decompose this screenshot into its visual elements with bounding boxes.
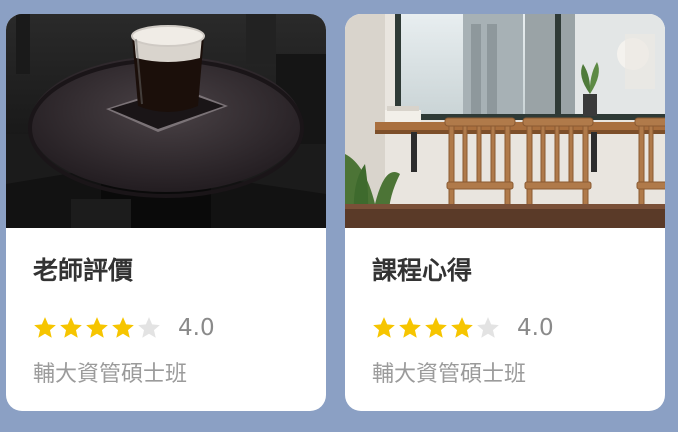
coffee-table-image (6, 14, 326, 228)
star-filled-icon (112, 317, 134, 338)
star-filled-icon (86, 317, 108, 338)
star-filled-icon (34, 317, 56, 338)
card-body: 老師評價 4.0 輔大資管碩士班 (6, 228, 326, 411)
star-rating (32, 315, 162, 341)
star-filled-icon (451, 317, 473, 338)
review-card-course[interactable]: 課程心得 4.0 輔大資管碩士班 (345, 14, 665, 411)
star-filled-icon (425, 317, 447, 338)
card-subtitle: 輔大資管碩士班 (33, 362, 188, 387)
star-filled-icon (373, 317, 395, 338)
rating-row: 4.0 (371, 313, 554, 343)
rating-score: 4.0 (178, 315, 215, 341)
card-body: 課程心得 4.0 輔大資管碩士班 (345, 228, 665, 411)
card-title: 課程心得 (372, 256, 473, 285)
review-card-teacher[interactable]: 老師評價 4.0 輔大資管碩士班 (6, 14, 326, 411)
star-rating (371, 315, 501, 341)
star-empty-icon (138, 317, 160, 338)
card-photo-coffee (6, 14, 326, 228)
star-empty-icon (477, 317, 499, 338)
rating-row: 4.0 (32, 313, 215, 343)
star-filled-icon (399, 317, 421, 338)
card-title: 老師評價 (33, 256, 134, 285)
cafe-window-image (345, 14, 665, 228)
card-photo-cafe (345, 14, 665, 228)
rating-score: 4.0 (517, 315, 554, 341)
card-subtitle: 輔大資管碩士班 (372, 362, 527, 387)
star-filled-icon (60, 317, 82, 338)
